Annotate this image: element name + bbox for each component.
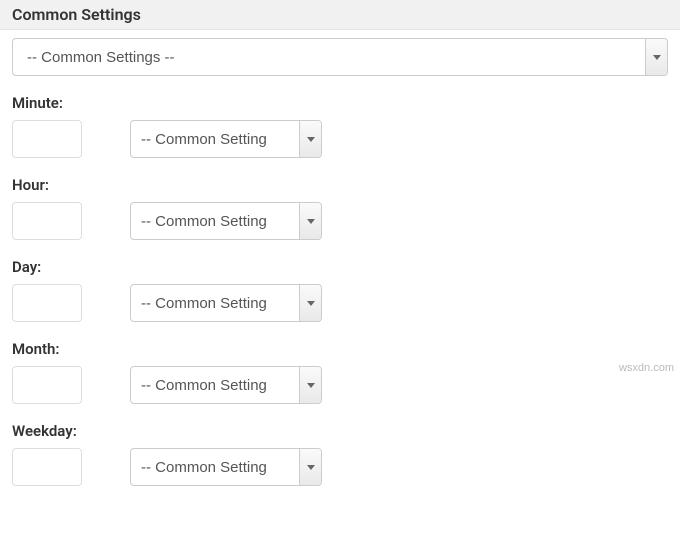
minute-label: Minute:: [12, 94, 668, 112]
hour-select-value: -- Common Setting: [141, 213, 267, 230]
watermark-text: wsxdn.com: [619, 362, 674, 374]
minute-select-value: -- Common Setting: [141, 131, 267, 148]
hour-row: -- Common Setting: [12, 202, 668, 240]
month-select[interactable]: -- Common Setting: [130, 366, 322, 404]
weekday-label: Weekday:: [12, 422, 668, 440]
day-label: Day:: [12, 258, 668, 276]
common-settings-select-wrap: -- Common Settings --: [12, 38, 668, 76]
hour-select-wrap: -- Common Setting: [130, 202, 322, 240]
minute-input[interactable]: [12, 120, 82, 158]
page-title: Common Settings: [12, 5, 668, 24]
minute-select[interactable]: -- Common Setting: [130, 120, 322, 158]
weekday-row: -- Common Setting: [12, 448, 668, 486]
minute-row: -- Common Setting: [12, 120, 668, 158]
content-area: -- Common Settings -- Minute: -- Common …: [0, 30, 680, 498]
month-row: -- Common Setting: [12, 366, 668, 404]
weekday-select[interactable]: -- Common Setting: [130, 448, 322, 486]
common-settings-select-value: -- Common Settings --: [27, 49, 175, 66]
minute-select-wrap: -- Common Setting: [130, 120, 322, 158]
weekday-select-value: -- Common Setting: [141, 459, 267, 476]
day-select-wrap: -- Common Setting: [130, 284, 322, 322]
day-input[interactable]: [12, 284, 82, 322]
hour-input[interactable]: [12, 202, 82, 240]
day-row: -- Common Setting: [12, 284, 668, 322]
hour-label: Hour:: [12, 176, 668, 194]
month-select-value: -- Common Setting: [141, 377, 267, 394]
hour-select[interactable]: -- Common Setting: [130, 202, 322, 240]
common-settings-select[interactable]: -- Common Settings --: [12, 38, 668, 76]
month-label: Month:: [12, 340, 668, 358]
month-input[interactable]: [12, 366, 82, 404]
weekday-select-wrap: -- Common Setting: [130, 448, 322, 486]
day-select-value: -- Common Setting: [141, 295, 267, 312]
day-select[interactable]: -- Common Setting: [130, 284, 322, 322]
header-bar: Common Settings: [0, 0, 680, 30]
month-select-wrap: -- Common Setting: [130, 366, 322, 404]
weekday-input[interactable]: [12, 448, 82, 486]
